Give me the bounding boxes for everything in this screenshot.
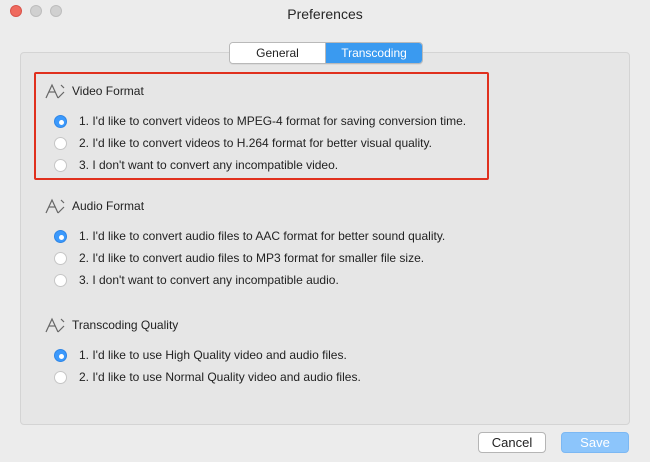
transcoding-quality-section: Transcoding Quality 1. I'd like to use H… xyxy=(44,316,361,388)
radio-button[interactable] xyxy=(54,229,67,243)
tab-bar: General Transcoding xyxy=(229,42,423,64)
video-option-3[interactable]: 3. I don't want to convert any incompati… xyxy=(54,154,466,176)
video-option-1[interactable]: 1. I'd like to convert videos to MPEG-4 … xyxy=(54,110,466,132)
section-title: Video Format xyxy=(72,84,144,98)
video-format-section: Video Format 1. I'd like to convert vide… xyxy=(44,82,466,176)
section-header: Video Format xyxy=(44,82,466,100)
pencil-ruler-icon xyxy=(44,317,66,333)
option-label: 1. I'd like to convert videos to MPEG-4 … xyxy=(79,114,467,128)
radio-button[interactable] xyxy=(54,251,67,265)
option-label: 2. I'd like to use Normal Quality video … xyxy=(79,370,361,384)
cancel-button[interactable]: Cancel xyxy=(478,432,546,453)
section-header: Audio Format xyxy=(44,197,445,215)
radio-button[interactable] xyxy=(54,136,67,150)
option-label: 1. I'd like to use High Quality video an… xyxy=(79,348,347,362)
save-button[interactable]: Save xyxy=(561,432,629,453)
tab-general[interactable]: General xyxy=(230,43,326,63)
radio-button[interactable] xyxy=(54,370,67,384)
title-bar: Preferences xyxy=(0,0,650,30)
preferences-window: Preferences General Transcoding Video Fo… xyxy=(0,0,650,462)
section-title: Audio Format xyxy=(72,199,145,213)
option-label: 3. I don't want to convert any incompati… xyxy=(79,158,339,172)
video-option-2[interactable]: 2. I'd like to convert videos to H.264 f… xyxy=(54,132,466,154)
radio-button[interactable] xyxy=(54,158,67,172)
option-label: 1. I'd like to convert audio files to AA… xyxy=(79,229,446,243)
tab-transcoding[interactable]: Transcoding xyxy=(326,43,422,63)
option-label: 2. I'd like to convert audio files to MP… xyxy=(79,251,425,265)
option-label: 2. I'd like to convert videos to H.264 f… xyxy=(79,136,432,150)
quality-option-2[interactable]: 2. I'd like to use Normal Quality video … xyxy=(54,366,361,388)
quality-option-1[interactable]: 1. I'd like to use High Quality video an… xyxy=(54,344,361,366)
audio-format-section: Audio Format 1. I'd like to convert audi… xyxy=(44,197,445,291)
pencil-ruler-icon xyxy=(44,198,66,214)
audio-option-3[interactable]: 3. I don't want to convert any incompati… xyxy=(54,269,445,291)
audio-option-2[interactable]: 2. I'd like to convert audio files to MP… xyxy=(54,247,445,269)
radio-button[interactable] xyxy=(54,273,67,287)
pencil-ruler-icon xyxy=(44,83,66,99)
audio-option-1[interactable]: 1. I'd like to convert audio files to AA… xyxy=(54,225,445,247)
radio-button[interactable] xyxy=(54,348,67,362)
option-label: 3. I don't want to convert any incompati… xyxy=(79,273,339,287)
section-header: Transcoding Quality xyxy=(44,316,361,334)
radio-button[interactable] xyxy=(54,114,67,128)
section-title: Transcoding Quality xyxy=(72,318,179,332)
window-title: Preferences xyxy=(287,6,363,22)
